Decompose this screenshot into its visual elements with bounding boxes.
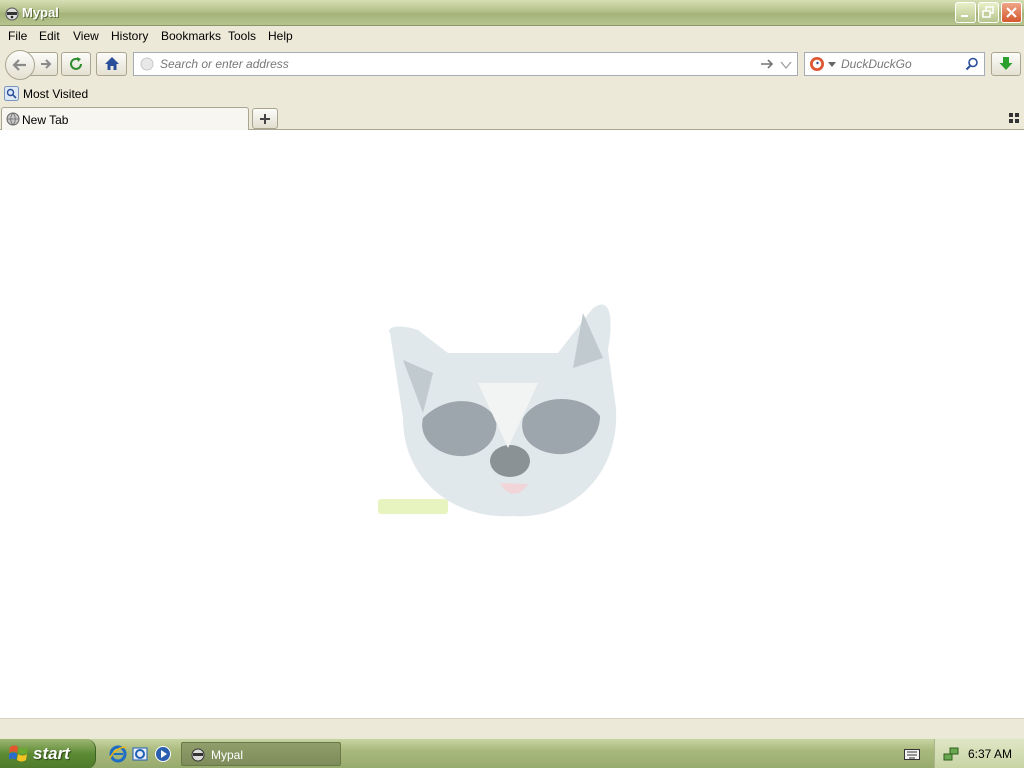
search-icon[interactable] [965,57,979,71]
clock[interactable]: 6:37 AM [968,747,1012,761]
downloads-button[interactable] [991,52,1021,76]
minimize-button[interactable] [955,2,976,23]
close-button[interactable] [1001,2,1022,23]
menu-bar: File Edit View History Bookmarks Tools H… [0,26,1024,47]
title-bar[interactable]: Mypal [0,0,1024,26]
tab-new-tab[interactable]: New Tab [1,107,249,130]
raccoon-app-icon [191,748,205,762]
reload-button[interactable] [61,52,91,76]
internet-explorer-icon[interactable] [109,745,127,763]
download-arrow-icon [999,57,1013,70]
menu-edit[interactable]: Edit [39,29,60,43]
globe-icon [6,112,20,126]
search-bar[interactable] [804,52,985,76]
home-icon [105,57,119,70]
back-button[interactable] [5,50,35,80]
start-button[interactable]: start [0,739,96,768]
close-icon [1006,7,1017,18]
tab-grid-icon[interactable] [1009,113,1019,123]
windows-logo-icon [9,745,28,762]
taskbar-item-label: Mypal [211,748,244,762]
menu-tools[interactable]: Tools [228,29,256,43]
engine-dropdown-icon[interactable] [828,62,836,68]
window-title: Mypal [22,5,59,20]
address-input[interactable] [160,56,750,72]
search-input[interactable] [841,56,959,72]
back-arrow-icon [12,59,26,71]
system-tray: 6:37 AM [934,739,1024,768]
bookmark-label: Most Visited [23,87,89,101]
menu-history[interactable]: History [111,29,148,43]
home-button[interactable] [96,52,127,76]
start-label: start [33,744,70,763]
reload-icon [70,57,82,70]
go-arrow-icon[interactable] [760,57,774,71]
menu-help[interactable]: Help [268,29,293,43]
outlook-express-icon[interactable] [131,745,149,763]
raccoon-app-icon [5,7,19,21]
browser-window: Mypal File Edit View History Bookmarks T… [0,0,1024,768]
status-bar [0,718,1024,738]
menu-view[interactable]: View [73,29,99,43]
menu-bookmarks[interactable]: Bookmarks [161,29,221,43]
media-player-icon[interactable] [154,745,172,763]
bookmarks-toolbar: Most Visited [0,83,1024,105]
globe-icon [140,57,154,71]
page-content[interactable] [0,130,1024,718]
keyboard-icon[interactable] [904,747,920,761]
folder-search-icon [4,86,19,101]
menu-file[interactable]: File [8,29,27,43]
dropdown-arrow-icon[interactable] [780,60,792,70]
new-tab-button[interactable] [252,108,278,129]
forward-arrow-icon [41,59,52,69]
restore-button[interactable] [978,2,999,23]
restore-icon [982,6,994,18]
network-icon[interactable] [943,746,959,762]
plus-icon [260,114,270,124]
navigation-toolbar [0,47,1024,83]
taskbar-item-mypal[interactable]: Mypal [181,742,341,766]
tab-strip: New Tab [0,105,1024,130]
raccoon-logo [378,304,617,517]
taskbar: start Mypal 6:37 AM [0,738,1024,768]
tab-label: New Tab [22,113,69,127]
address-bar[interactable] [133,52,798,76]
duckduckgo-icon[interactable] [809,56,825,72]
minimize-icon [961,15,968,17]
